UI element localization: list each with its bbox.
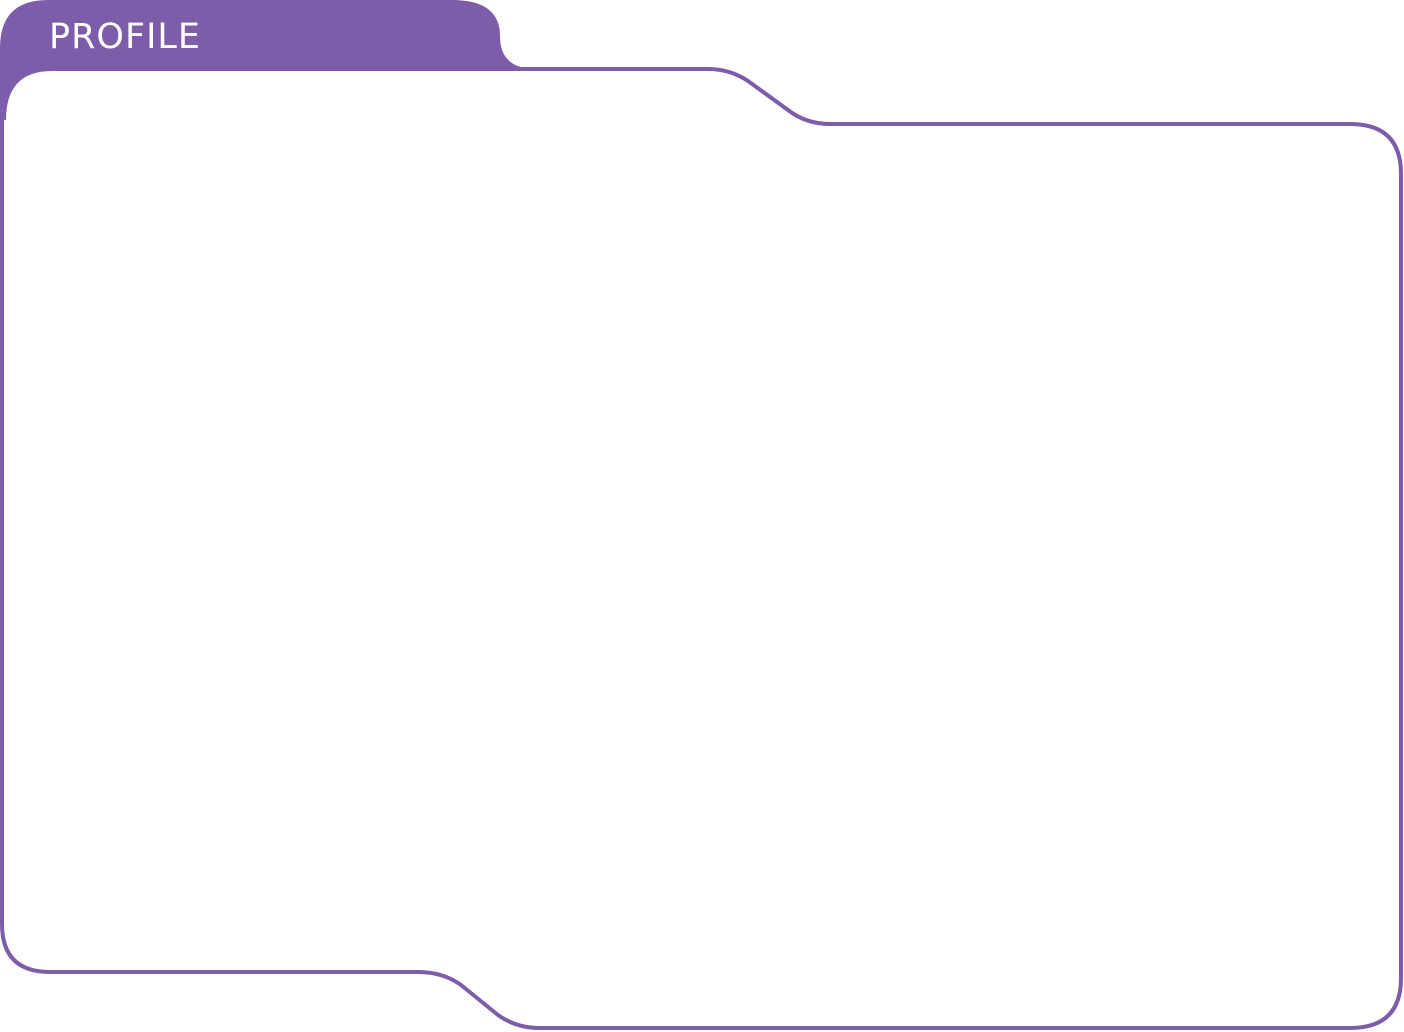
profile-panel-outline [0, 67, 1403, 1030]
page-title: PROFILE [49, 17, 202, 57]
profile-panel-frame [0, 0, 1403, 1030]
profile-panel: PROFILE [0, 0, 1404, 1032]
